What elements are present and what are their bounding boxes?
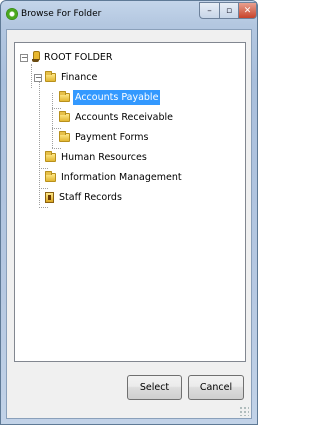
tree-item-root[interactable]: ROOT FOLDER — [32, 49, 115, 65]
tree-item-label: Information Management — [61, 171, 182, 183]
resize-grip-icon[interactable] — [239, 406, 249, 416]
tree-item-finance[interactable]: Finance — [45, 69, 99, 85]
folder-icon — [45, 150, 56, 162]
tree-item-label: Accounts Payable — [73, 89, 161, 105]
tree-item-label: Accounts Receivable — [75, 111, 174, 123]
cancel-button[interactable]: Cancel — [188, 375, 244, 400]
tree-item-human-resources[interactable]: Human Resources — [45, 149, 149, 165]
maximize-button[interactable]: ▫ — [219, 2, 239, 19]
minimize-button[interactable]: – — [199, 2, 220, 19]
folder-icon — [59, 110, 70, 122]
folder-tree[interactable]: − ROOT FOLDER − Finance Accounts Payable… — [14, 42, 246, 362]
tree-line — [39, 79, 40, 205]
folder-icon — [59, 90, 70, 102]
tree-item-accounts-payable[interactable]: Accounts Payable — [59, 89, 161, 105]
tree-item-label: Human Resources — [61, 151, 147, 163]
tree-item-payment-forms[interactable]: Payment Forms — [59, 129, 151, 145]
dialog-client-area: − ROOT FOLDER − Finance Accounts Payable… — [6, 29, 252, 419]
browse-for-folder-window: Browse For Folder – ▫ ✕ − ROOT FOLDER − — [0, 0, 258, 425]
tree-item-label: ROOT FOLDER — [44, 51, 113, 63]
tree-item-label: Finance — [61, 71, 98, 83]
tree-line — [52, 93, 53, 148]
tree-item-staff-records[interactable]: Staff Records — [45, 189, 124, 205]
tree-line — [39, 207, 48, 208]
window-title: Browse For Folder — [21, 9, 102, 19]
tree-item-accounts-receivable[interactable]: Accounts Receivable — [59, 109, 175, 125]
folder-icon — [45, 170, 56, 182]
close-button[interactable]: ✕ — [238, 2, 257, 19]
app-icon — [6, 8, 18, 20]
folder-icon — [59, 130, 70, 142]
title-bar[interactable]: Browse For Folder – ▫ ✕ — [1, 1, 257, 29]
tree-item-label: Staff Records — [59, 191, 122, 203]
staff-folder-icon — [45, 191, 54, 203]
folder-icon — [45, 70, 56, 82]
expander-collapse-icon[interactable]: − — [20, 54, 28, 62]
tree-item-label: Payment Forms — [75, 131, 149, 143]
tree-line — [31, 64, 32, 88]
select-button[interactable]: Select — [127, 375, 182, 400]
tree-item-information-management[interactable]: Information Management — [45, 169, 184, 185]
expander-collapse-icon[interactable]: − — [34, 74, 42, 82]
root-drive-icon — [32, 50, 40, 64]
